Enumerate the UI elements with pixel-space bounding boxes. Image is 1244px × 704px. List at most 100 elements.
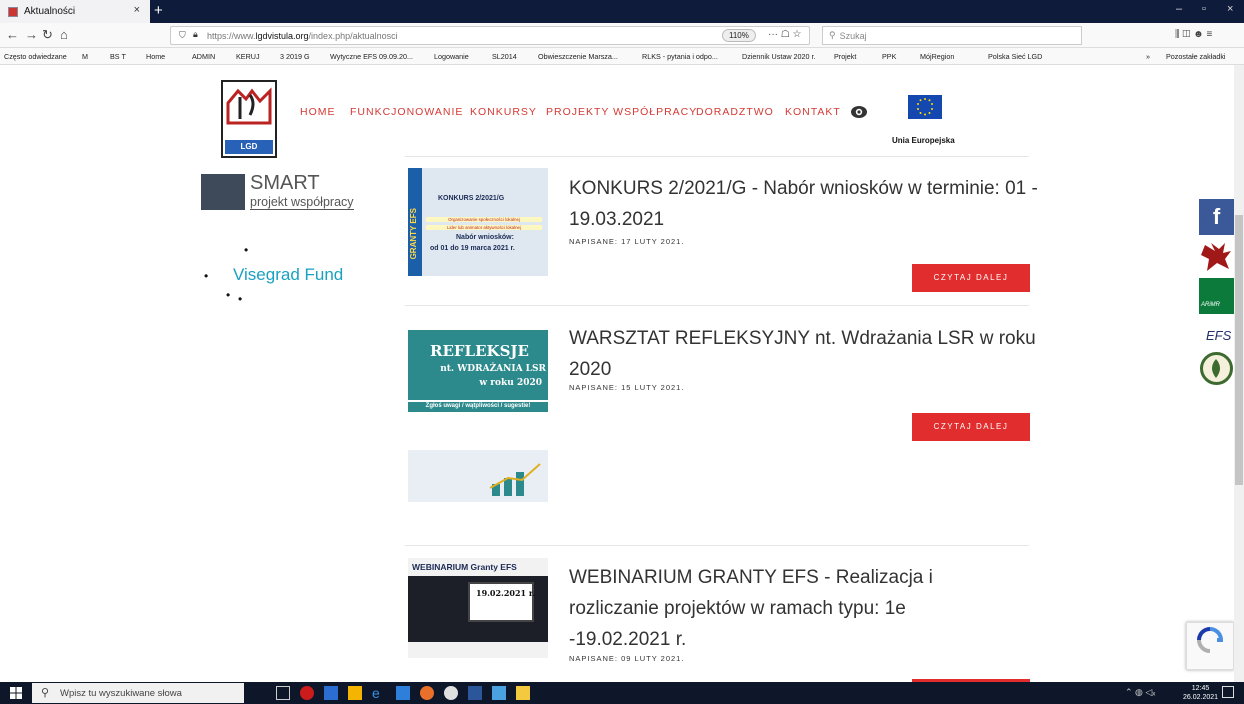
zoom-badge[interactable]: 110% xyxy=(722,29,756,42)
app-icon[interactable] xyxy=(492,686,506,700)
site-logo[interactable]: LGD xyxy=(221,80,277,158)
browser-titlebar: Aktualności × + – ▫ × xyxy=(0,0,1244,23)
notifications-icon[interactable] xyxy=(1222,686,1234,698)
url-path: /index.php/aktualnosci xyxy=(308,30,398,41)
list-bullet: • xyxy=(238,292,243,306)
new-tab-button[interactable]: + xyxy=(154,2,163,19)
taskbar-search-input[interactable]: ⚲ Wpisz tu wyszukiwane słowa xyxy=(32,683,244,703)
visegrad-fund-link[interactable]: Visegrad Fund xyxy=(233,265,343,285)
taskbar-clock[interactable]: 12:45 26.02.2021 xyxy=(1183,684,1218,702)
list-bullet: • xyxy=(204,269,209,283)
lock-icon[interactable]: 🔒︎ xyxy=(193,29,198,40)
post-thumbnail[interactable]: REFLEKSJE nt. WDRAŻANIA LSR w roku 2020 … xyxy=(408,320,548,515)
scrollbar-thumb[interactable] xyxy=(1235,215,1243,485)
bookmark-item[interactable]: M xyxy=(82,52,88,61)
efs-icon[interactable]: EFS xyxy=(1206,328,1231,343)
bookmark-item[interactable]: BS T xyxy=(110,52,126,61)
smart-subtitle-link[interactable]: projekt współpracy xyxy=(250,195,354,210)
edge-icon[interactable]: e xyxy=(372,686,386,700)
thumb-sub: Lider lub animator aktywności lokalnej xyxy=(426,225,542,230)
menu-konkursy[interactable]: KONKURSY xyxy=(470,106,537,118)
home-icon[interactable]: ⌂ xyxy=(60,27,68,42)
facebook-icon[interactable]: f xyxy=(1199,199,1234,235)
smart-title[interactable]: SMART xyxy=(250,172,320,195)
bookmark-item[interactable]: Projekt xyxy=(834,52,856,61)
store-icon[interactable] xyxy=(396,686,410,700)
tab-close-icon[interactable]: × xyxy=(134,4,140,16)
smart-logo-image[interactable] xyxy=(201,174,245,210)
menu-funkcjonowanie[interactable]: FUNKCJONOWANIE xyxy=(350,106,463,118)
taskbar-search-placeholder: Wpisz tu wyszukiwane słowa xyxy=(60,687,182,699)
divider xyxy=(405,156,1029,157)
bookmark-item[interactable]: Wytyczne EFS 09.09.20... xyxy=(330,52,413,61)
browser-tab[interactable]: Aktualności × xyxy=(0,0,150,23)
menu-home[interactable]: HOME xyxy=(300,106,336,118)
system-tray-icons[interactable]: ⌃ ◍ ◁ₓ xyxy=(1125,687,1155,698)
word-icon[interactable] xyxy=(468,686,482,700)
bookmark-item[interactable]: PPK xyxy=(882,52,896,61)
minimize-button[interactable]: – xyxy=(1176,3,1182,15)
back-button[interactable]: ← xyxy=(6,27,19,42)
bookmark-item[interactable]: ADMIN xyxy=(192,52,215,61)
library-toolbar-icons[interactable]: ⫼ ◫ ☻ ≡ xyxy=(1175,29,1212,40)
menu-doradztwo[interactable]: DORADZTWO xyxy=(696,106,774,118)
post-thumbnail[interactable]: GRANTY EFS KONKURS 2/2021/G Organizowani… xyxy=(408,168,548,292)
reload-button[interactable]: ↻ xyxy=(42,27,53,43)
maximize-button[interactable]: ▫ xyxy=(1202,3,1206,15)
post-date: NAPISANE: 15 LUTY 2021. xyxy=(569,383,685,392)
menu-kontakt[interactable]: KONTAKT xyxy=(785,106,841,118)
close-window-button[interactable]: × xyxy=(1227,3,1233,15)
eu-flag-icon xyxy=(908,95,942,119)
post-date: NAPISANE: 17 LUTY 2021. xyxy=(569,237,685,246)
accessibility-eye-icon[interactable] xyxy=(851,105,867,119)
page-scrollbar[interactable] xyxy=(1234,65,1244,682)
bookmark-item[interactable]: KERUJ xyxy=(236,52,260,61)
bookmark-item[interactable]: Często odwiedzane xyxy=(4,52,67,61)
opera-icon[interactable] xyxy=(300,686,314,700)
arimr-icon[interactable]: ARiMR xyxy=(1199,278,1234,314)
forward-button[interactable]: → xyxy=(25,27,38,42)
read-more-button[interactable]: CZYTAJ DALEJ xyxy=(912,413,1030,441)
arimr-label: ARiMR xyxy=(1201,302,1220,308)
bookmark-item[interactable]: Logowanie xyxy=(434,52,469,61)
file-explorer-icon[interactable] xyxy=(348,686,362,700)
bookmark-item[interactable]: Obwieszczenie Marsza... xyxy=(538,52,618,61)
menu-projekty-wspolpracy[interactable]: PROJEKTY WSPÓŁPRACY xyxy=(546,106,697,118)
bookmark-item[interactable]: Home xyxy=(146,52,165,61)
bookmark-item[interactable]: SL2014 xyxy=(492,52,517,61)
task-view-icon[interactable] xyxy=(276,686,290,700)
thumb-line2: nt. WDRAŻANIA LSR xyxy=(440,364,546,374)
thumb-dates: od 01 do 19 marca 2021 r. xyxy=(430,245,515,252)
mail-icon[interactable] xyxy=(324,686,338,700)
firefox-icon[interactable] xyxy=(420,686,434,700)
coat-of-arms-icon[interactable] xyxy=(1199,241,1234,273)
post-thumbnail[interactable]: WEBINARIUM Granty EFS 19.02.2021 r. xyxy=(408,558,548,658)
bookmarks-overflow-icon[interactable]: » xyxy=(1146,52,1150,61)
read-more-button[interactable]: CZYTAJ DALEJ xyxy=(912,264,1030,292)
folder-icon[interactable] xyxy=(516,686,530,700)
post-title[interactable]: WEBINARIUM GRANTY EFS - Realizacja i roz… xyxy=(569,562,959,655)
page-actions-icon[interactable]: ··· ☖ ☆ xyxy=(768,29,801,40)
bookmark-item[interactable]: RLKS - pytania i odpo... xyxy=(642,52,718,61)
emblem-icon[interactable] xyxy=(1200,352,1233,385)
divider xyxy=(405,305,1029,306)
thumb-line1: REFLEKSJE xyxy=(430,342,529,360)
app-icon[interactable] xyxy=(444,686,458,700)
bookmark-item[interactable]: MójRegion xyxy=(920,52,954,61)
other-bookmarks[interactable]: Pozostałe zakładki xyxy=(1166,52,1226,61)
post-title[interactable]: KONKURS 2/2021/G - Nabór wniosków w term… xyxy=(569,173,1039,235)
url-bar[interactable]: ⛉ 🔒︎ https://www. lgdvistula.org/index.ph… xyxy=(170,26,810,45)
bookmark-item[interactable]: Polska Sieć LGD xyxy=(988,52,1042,61)
tab-title: Aktualności xyxy=(24,6,76,17)
post-title[interactable]: WARSZTAT REFLEKSYJNY nt. Wdrażania LSR w… xyxy=(569,323,1039,385)
bookmark-item[interactable]: Dziennik Ustaw 2020 r. xyxy=(742,52,816,61)
thumb-side-label: GRANTY EFS xyxy=(409,208,418,260)
bookmarks-toolbar: Często odwiedzane M BS T Home ADMIN KERU… xyxy=(0,48,1244,65)
clock-time: 12:45 xyxy=(1191,685,1210,692)
windows-start-icon[interactable] xyxy=(10,687,22,699)
recaptcha-badge[interactable] xyxy=(1186,622,1234,670)
shield-icon[interactable]: ⛉ xyxy=(179,30,186,41)
search-input[interactable]: ⚲ Szukaj xyxy=(822,26,1082,45)
bookmark-item[interactable]: 3 2019 G xyxy=(280,52,310,61)
thumb-cta: Nabór wniosków: xyxy=(456,234,514,241)
